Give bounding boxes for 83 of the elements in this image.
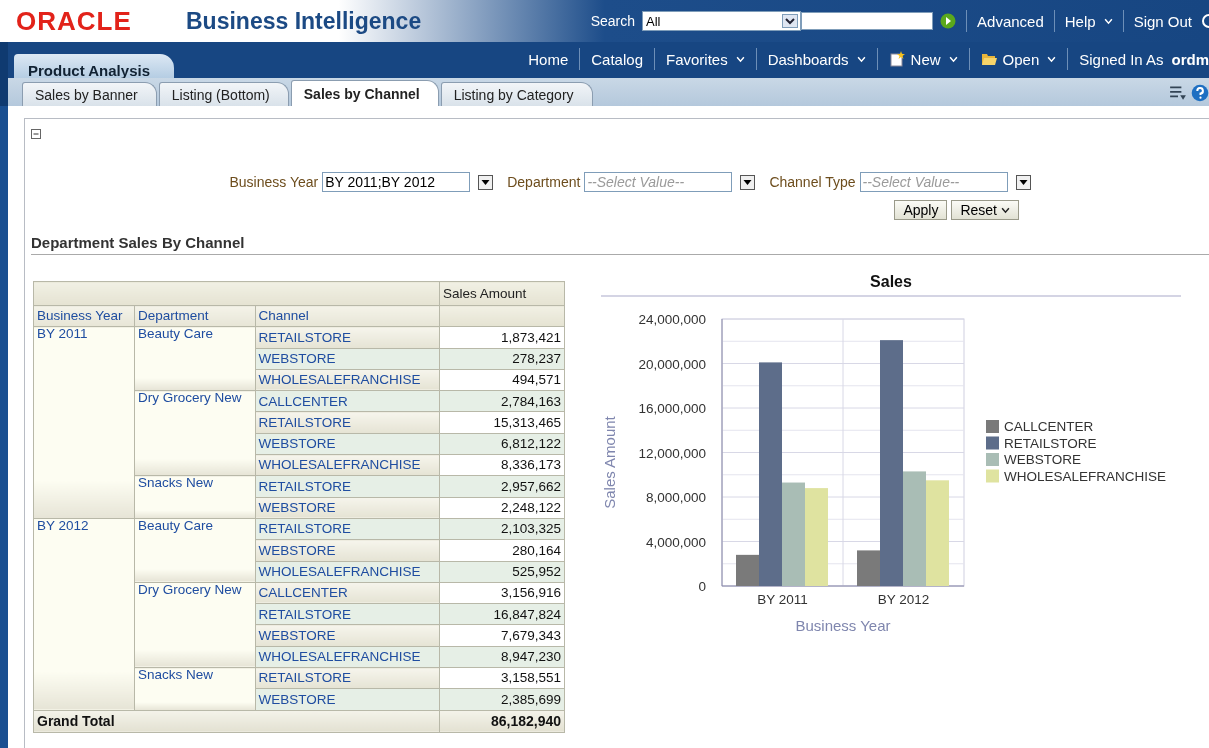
prompt-label: Department <box>507 174 581 190</box>
channel-cell[interactable]: WEBSTORE <box>255 433 440 455</box>
search-field[interactable] <box>801 12 934 30</box>
header-link[interactable]: Sign Out <box>1133 12 1192 30</box>
department-cell[interactable]: Beauty Care <box>134 326 256 391</box>
reset-button[interactable]: Reset <box>951 200 1019 220</box>
nav-link[interactable]: Favorites <box>665 50 745 68</box>
prompt-label: Channel Type <box>769 174 856 190</box>
y-axis-tick: 0 <box>698 579 706 594</box>
legend-label: CALLCENTER <box>1004 419 1094 434</box>
legend-label: RETAILSTORE <box>1004 435 1097 451</box>
channel-cell[interactable]: CALLCENTER <box>255 390 440 412</box>
channel-cell[interactable]: WEBSTORE <box>255 348 440 370</box>
go-icon[interactable] <box>940 13 957 29</box>
page-options-icon[interactable] <box>1169 84 1187 102</box>
channel-cell[interactable]: RETAILSTORE <box>255 518 440 540</box>
department-cell[interactable]: Beauty Care <box>134 518 256 583</box>
column-header[interactable]: Channel <box>255 305 440 327</box>
y-axis-title: Sales Amount <box>601 416 618 509</box>
legend-label: WEBSTORE <box>1004 452 1081 467</box>
y-axis-tick: 24,000,000 <box>638 312 706 327</box>
dashboard-tab[interactable]: Product Analysis <box>14 54 174 78</box>
grand-total-label: Grand Total <box>33 710 440 733</box>
y-axis-tick: 20,000,000 <box>638 356 706 372</box>
search-scope-dropdown[interactable]: All <box>642 11 802 31</box>
nav-link[interactable]: Catalog <box>591 50 643 68</box>
search-label: Search <box>590 13 636 29</box>
channel-cell[interactable]: RETAILSTORE <box>255 667 440 689</box>
logo: ORACLE <box>16 5 133 37</box>
y-axis-tick: 12,000,000 <box>638 445 706 461</box>
nav-link[interactable]: Open <box>980 50 1057 68</box>
channel-cell[interactable]: CALLCENTER <box>255 582 440 604</box>
channel-cell[interactable]: WHOLESALEFRANCHISE <box>255 646 440 668</box>
product-title: Business Intelligence <box>186 7 423 35</box>
apply-button[interactable]: Apply <box>894 200 948 220</box>
y-axis-tick: 8,000,000 <box>645 490 706 505</box>
caret-icon <box>1001 206 1010 214</box>
page-tab[interactable]: Listing by Category <box>440 82 593 106</box>
x-axis-label: BY 2011 <box>757 592 808 607</box>
measure-header: Sales Amount <box>439 281 565 306</box>
prompt-label: Business Year <box>229 174 319 190</box>
channel-cell[interactable]: WEBSTORE <box>255 624 440 647</box>
new-document-icon <box>888 51 905 67</box>
channel-cell[interactable]: WHOLESALEFRANCHISE <box>255 454 440 476</box>
page-tab[interactable]: Sales by Channel <box>290 80 439 106</box>
prompt-dropdown[interactable]: --Select Value-- <box>584 172 733 192</box>
header-link[interactable]: Help <box>1064 12 1113 30</box>
channel-cell[interactable]: RETAILSTORE <box>255 603 440 625</box>
department-cell[interactable]: Snacks New <box>134 667 256 711</box>
channel-cell[interactable]: RETAILSTORE <box>255 412 440 434</box>
page-tab[interactable]: Sales by Banner <box>22 82 157 106</box>
nav-link[interactable]: Home <box>528 50 569 68</box>
user-menu[interactable]: ordm <box>1171 50 1209 68</box>
channel-cell[interactable]: WEBSTORE <box>255 539 440 562</box>
department-cell[interactable]: Dry Grocery New <box>134 390 256 476</box>
collapse-icon[interactable] <box>31 129 41 139</box>
year-cell[interactable]: BY 2012 <box>33 518 135 711</box>
y-axis-tick: 4,000,000 <box>645 534 706 550</box>
channel-cell[interactable]: WHOLESALEFRANCHISE <box>255 369 440 391</box>
nav-link[interactable]: Dashboards <box>767 50 866 68</box>
page-tab[interactable]: Listing (Bottom) <box>158 82 289 106</box>
channel-cell[interactable]: RETAILSTORE <box>255 475 440 498</box>
legend-label: WHOLESALEFRANCHISE <box>1004 468 1167 484</box>
chart-title: Sales <box>870 273 912 290</box>
signed-in-label: Signed In As <box>1079 50 1164 68</box>
channel-cell[interactable]: WEBSTORE <box>255 497 440 519</box>
department-cell[interactable]: Snacks New <box>134 475 256 519</box>
column-header[interactable]: Business Year <box>33 305 135 327</box>
nav-link[interactable]: New <box>888 50 958 68</box>
x-axis-label: BY 2012 <box>877 592 930 607</box>
year-cell[interactable]: BY 2011 <box>33 326 135 519</box>
folder-icon <box>980 51 997 67</box>
channel-cell[interactable]: RETAILSTORE <box>255 326 440 349</box>
y-axis-tick: 16,000,000 <box>638 401 706 416</box>
prompt-dropdown[interactable]: BY 2011;BY 2012 <box>322 172 471 192</box>
channel-cell[interactable]: WEBSTORE <box>255 688 440 711</box>
channel-cell[interactable]: WHOLESALEFRANCHISE <box>255 561 440 583</box>
x-axis-title: Business Year <box>795 617 891 634</box>
prompt-dropdown[interactable]: --Select Value-- <box>859 172 1008 192</box>
help-icon[interactable] <box>1191 84 1209 102</box>
section-title: Department Sales By Channel <box>31 234 1209 255</box>
department-cell[interactable]: Dry Grocery New <box>134 582 256 668</box>
header-link[interactable]: Advanced <box>977 12 1044 30</box>
